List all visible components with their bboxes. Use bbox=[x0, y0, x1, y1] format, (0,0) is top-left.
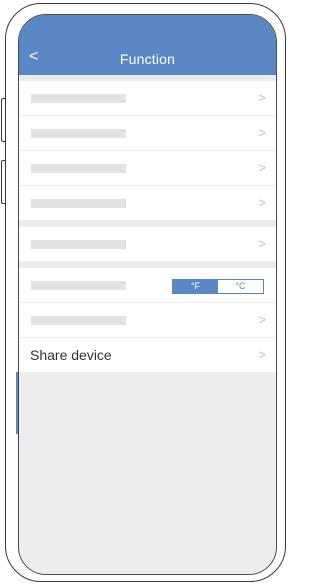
function-row-2[interactable]: > bbox=[19, 116, 276, 151]
unit-option-fahrenheit[interactable]: °F bbox=[173, 280, 218, 293]
chevron-right-icon: > bbox=[258, 125, 266, 140]
chevron-right-icon: > bbox=[258, 347, 266, 362]
row-label-placeholder bbox=[31, 129, 126, 138]
chevron-right-icon: > bbox=[258, 236, 266, 251]
row-label-placeholder bbox=[31, 94, 126, 103]
function-row-7[interactable]: > bbox=[19, 303, 276, 338]
row-label-placeholder bbox=[31, 240, 126, 249]
temperature-unit-toggle[interactable]: °F °C bbox=[172, 279, 264, 294]
phone-screen: < Function > > > > > °F °C > Share devic… bbox=[18, 14, 277, 575]
share-device-label: Share device bbox=[30, 347, 112, 363]
chevron-right-icon: > bbox=[258, 90, 266, 105]
chevron-right-icon: > bbox=[258, 195, 266, 210]
function-row-4[interactable]: > bbox=[19, 186, 276, 221]
temperature-unit-row: °F °C bbox=[19, 268, 276, 303]
header-bar: < Function bbox=[19, 15, 276, 75]
row-label-placeholder bbox=[31, 316, 126, 325]
unit-option-celsius[interactable]: °C bbox=[218, 280, 263, 293]
function-list: > > > > > °F °C > Share device > bbox=[19, 75, 276, 373]
function-row-5[interactable]: > bbox=[19, 227, 276, 262]
function-row-1[interactable]: > bbox=[19, 81, 276, 116]
chevron-right-icon: > bbox=[258, 160, 266, 175]
row-label-placeholder bbox=[31, 199, 126, 208]
share-device-row[interactable]: Share device > bbox=[19, 338, 276, 373]
row-label-placeholder bbox=[31, 164, 126, 173]
chevron-right-icon: > bbox=[258, 312, 266, 327]
page-title: Function bbox=[119, 51, 176, 67]
function-row-3[interactable]: > bbox=[19, 151, 276, 186]
row-label-placeholder bbox=[31, 281, 126, 290]
